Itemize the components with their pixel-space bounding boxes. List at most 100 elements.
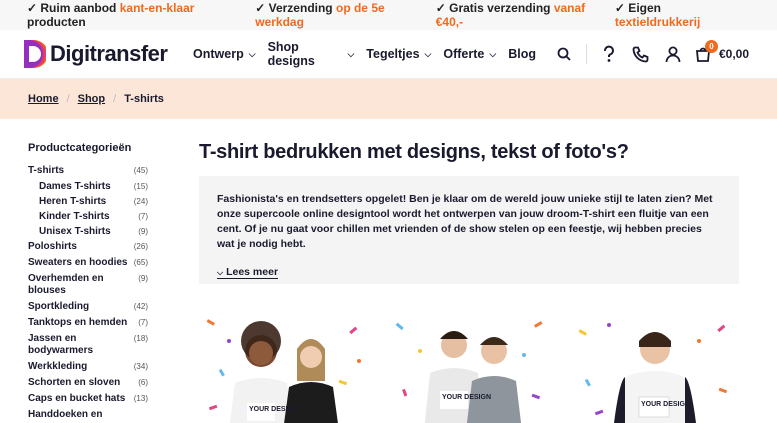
usp-text: producten: [27, 15, 86, 29]
category-label: Werkkleding: [28, 361, 88, 372]
usp-highlight[interactable]: textieldrukkerij: [615, 15, 700, 29]
category-count: (45): [133, 166, 148, 175]
chevron-down-icon: ⌵: [489, 48, 497, 59]
cart-total: €0,00: [718, 47, 749, 61]
nav-item-offerte[interactable]: Offerte ⌵: [443, 40, 496, 68]
usp-item: ✓ Ruim aanbod kant-en-klaar producten: [27, 1, 255, 29]
category-label: Dames T-shirts: [39, 181, 111, 192]
category-label: Poloshirts: [28, 241, 77, 252]
breadcrumb-current: T-shirts: [124, 93, 164, 105]
svg-text:YOUR DESIGN: YOUR DESIGN: [442, 394, 491, 401]
category-count: (65): [133, 258, 148, 267]
usp-text: ✓ Verzending: [255, 1, 336, 15]
product-image: YOUR DESIGN: [395, 321, 543, 423]
category-item[interactable]: Sportkleding (42): [28, 301, 148, 313]
category-item[interactable]: Schorten en sloven (6): [28, 377, 148, 389]
page-title: T-shirt bedrukken met designs, tekst of …: [199, 141, 629, 163]
product-card[interactable]: YOUR DESIGN: [569, 311, 739, 423]
category-item[interactable]: T-shirts (45): [28, 165, 148, 177]
product-image: YOUR DESIGN: [578, 323, 728, 423]
category-label: Jassen en bodywarmers: [28, 333, 94, 356]
usp-item: ✓ Eigen textieldrukkerij: [615, 1, 749, 29]
usp-item: ✓ Verzending op de 5e werkdag: [255, 1, 436, 29]
nav-item-shop-designs[interactable]: Shop designs ⌵: [268, 40, 355, 68]
breadcrumb: Home / Shop / T-shirts: [0, 79, 777, 119]
nav-item-blog[interactable]: Blog: [508, 40, 536, 68]
category-count: (42): [133, 302, 148, 311]
usp-bar: ✓ Ruim aanbod kant-en-klaar producten ✓ V…: [0, 0, 777, 30]
category-count: (26): [133, 242, 148, 251]
chevron-down-icon: ⌵: [424, 48, 432, 59]
content-area: T-shirt bedrukken met designs, tekst of …: [199, 119, 739, 423]
user-icon[interactable]: [657, 38, 689, 70]
logo[interactable]: Digitransfer: [22, 38, 171, 70]
category-label: Tanktops en hemden: [28, 317, 128, 328]
category-count: (6): [138, 378, 148, 387]
help-icon[interactable]: [593, 38, 625, 70]
category-item[interactable]: Sweaters en hoodies (65): [28, 257, 148, 269]
category-count: (13): [133, 394, 148, 403]
category-label: T-shirts: [28, 165, 65, 176]
breadcrumb-separator: /: [113, 93, 117, 105]
category-count: (24): [133, 197, 148, 206]
search-icon[interactable]: [548, 38, 580, 70]
category-label: Kinder T-shirts: [39, 211, 110, 222]
nav-label: Ontwerp: [193, 47, 244, 61]
nav-label: Blog: [508, 47, 536, 61]
usp-text: ✓ Gratis verzending: [435, 1, 554, 15]
header-icons: 0 €0,00: [548, 38, 749, 70]
usp-text: ✓ Eigen: [614, 1, 661, 15]
category-count: (34): [133, 362, 148, 371]
category-item[interactable]: Tanktops en hemden (7): [28, 317, 148, 329]
breadcrumb-home[interactable]: Home: [28, 93, 59, 105]
nav-item-ontwerp[interactable]: Ontwerp ⌵: [193, 40, 256, 68]
usp-text: ✓ Ruim aanbod: [27, 1, 120, 15]
category-count: (7): [138, 318, 148, 327]
cart-button[interactable]: 0 €0,00: [695, 40, 749, 62]
category-item[interactable]: Werkkleding (34): [28, 361, 148, 373]
category-item[interactable]: Kinder T-shirts (7): [28, 211, 148, 223]
chevron-down-icon: ⌵: [217, 268, 224, 277]
category-item[interactable]: Jassen en bodywarmers (18): [28, 333, 148, 357]
cart-count-badge: 0: [704, 40, 718, 53]
category-label: Sweaters en hoodies: [28, 257, 128, 268]
chevron-down-icon: ⌵: [347, 48, 355, 59]
divider: [585, 44, 587, 64]
category-item[interactable]: Poloshirts (26): [28, 241, 148, 253]
category-count: (9): [138, 227, 148, 236]
product-card[interactable]: YOUR DESIGN: [384, 311, 554, 423]
svg-text:YOUR DESIGN: YOUR DESIGN: [641, 401, 690, 408]
product-grid: YOUR DESIGN YOUR DESIGN YOUR DESIGN: [199, 311, 739, 423]
usp-highlight[interactable]: kant-en-klaar: [120, 1, 195, 15]
breadcrumb-separator: /: [66, 93, 70, 105]
intro-box: Fashionista's en trendsetters opgelet! B…: [199, 176, 739, 284]
svg-text:YOUR DESIGN: YOUR DESIGN: [249, 406, 298, 413]
category-label: Handdoeken en: [28, 409, 103, 420]
read-more-link[interactable]: ⌵ Lees meer: [217, 266, 279, 279]
sidebar-title: Productcategorieën: [28, 142, 132, 154]
category-label: Unisex T-shirts: [39, 226, 111, 237]
site-header: Digitransfer Ontwerp ⌵ Shop designs ⌵ Tege…: [0, 30, 777, 79]
product-card[interactable]: YOUR DESIGN: [199, 311, 369, 423]
intro-text: Fashionista's en trendsetters opgelet! B…: [217, 193, 713, 250]
phone-icon[interactable]: [625, 38, 657, 70]
main-content: Productcategorieën T-shirts (45) Dames T-s…: [0, 119, 777, 423]
category-label: Caps en bucket hats: [28, 393, 126, 404]
category-item[interactable]: Dames T-shirts (15): [28, 181, 148, 193]
usp-item: ✓ Gratis verzending vanaf €40,-: [436, 1, 615, 29]
product-image: YOUR DESIGN: [206, 319, 361, 423]
category-item[interactable]: Overhemden en blouses (9): [28, 273, 148, 297]
nav-label: Tegeltjes: [366, 47, 420, 61]
category-item[interactable]: Handdoeken en: [28, 409, 148, 421]
category-label: Overhemden en blouses: [28, 273, 104, 296]
chevron-down-icon: ⌵: [248, 48, 256, 59]
category-item[interactable]: Caps en bucket hats (13): [28, 393, 148, 405]
nav-label: Offerte: [443, 47, 485, 61]
read-more-label: Lees meer: [226, 266, 279, 278]
nav-item-tegeltjes[interactable]: Tegeltjes ⌵: [366, 40, 431, 68]
category-item[interactable]: Heren T-shirts (24): [28, 196, 148, 208]
category-count: (9): [138, 274, 148, 283]
category-count: (15): [133, 182, 148, 191]
breadcrumb-shop[interactable]: Shop: [78, 93, 106, 105]
category-item[interactable]: Unisex T-shirts (9): [28, 226, 148, 238]
